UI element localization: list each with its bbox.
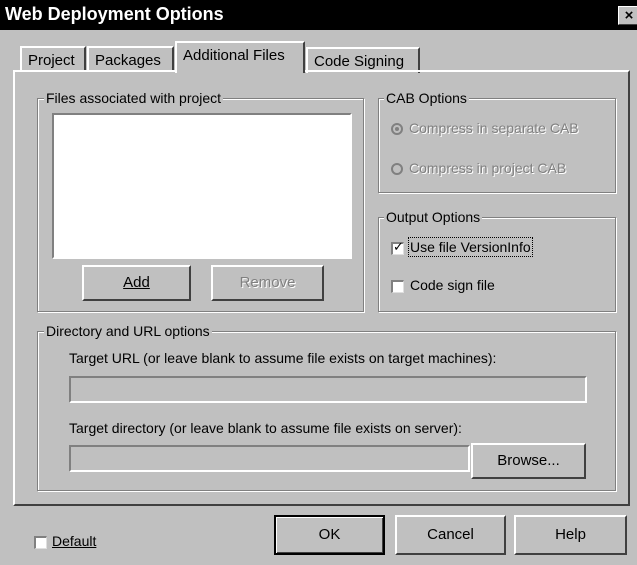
tab-label: Code Signing xyxy=(314,53,405,70)
compress-project-cab-label: Compress in project CAB xyxy=(409,160,567,176)
output-options-legend: Output Options xyxy=(384,209,483,225)
use-versioninfo-checkbox[interactable]: ✓ xyxy=(391,239,404,255)
tab-label: Packages xyxy=(95,52,161,69)
add-button-label: Add xyxy=(123,274,150,291)
help-button-label: Help xyxy=(555,526,586,543)
ok-button-label: OK xyxy=(318,526,341,543)
title-bar: Web Deployment Options × xyxy=(0,0,637,30)
target-url-input[interactable] xyxy=(69,376,587,403)
checkmark-icon: ✓ xyxy=(393,239,404,254)
compress-separate-cab-label: Compress in separate CAB xyxy=(409,120,579,136)
code-sign-file-checkbox[interactable] xyxy=(391,280,404,293)
add-button[interactable]: Add xyxy=(82,265,191,301)
code-sign-file-label: Code sign file xyxy=(410,277,495,293)
tab-label: Additional Files xyxy=(183,47,285,64)
target-url-label: Target URL (or leave blank to assume fil… xyxy=(69,350,497,366)
close-icon: × xyxy=(624,7,634,24)
tab-label: Project xyxy=(28,52,75,69)
directory-url-legend: Directory and URL options xyxy=(44,323,212,339)
close-button[interactable]: × xyxy=(618,6,637,25)
target-directory-input[interactable] xyxy=(69,445,470,472)
browse-button-label: Browse... xyxy=(497,452,560,469)
default-checkbox[interactable] xyxy=(34,536,47,549)
web-deployment-options-dialog: Web Deployment Options × Project Package… xyxy=(0,0,637,565)
use-versioninfo-label: Use file VersionInfo xyxy=(408,237,533,257)
ok-button[interactable]: OK xyxy=(274,515,385,555)
files-group-legend: Files associated with project xyxy=(44,90,224,106)
help-button[interactable]: Help xyxy=(514,515,627,555)
remove-button-label: Remove xyxy=(239,274,296,291)
remove-button[interactable]: Remove xyxy=(211,265,324,301)
tab-additional-files[interactable]: Additional Files xyxy=(175,41,305,73)
tab-project[interactable]: Project xyxy=(20,46,86,72)
window-title: Web Deployment Options xyxy=(5,4,224,24)
target-directory-label: Target directory (or leave blank to assu… xyxy=(69,420,462,436)
default-label: Default xyxy=(52,533,97,549)
files-list[interactable] xyxy=(52,113,352,259)
radio-selected-dot xyxy=(395,127,399,131)
compress-project-cab-radio[interactable] xyxy=(391,163,403,175)
cab-options-legend: CAB Options xyxy=(384,90,469,106)
cab-options-group xyxy=(378,98,616,193)
cancel-button-label: Cancel xyxy=(427,526,474,543)
browse-button[interactable]: Browse... xyxy=(471,443,586,479)
compress-separate-cab-radio[interactable] xyxy=(391,123,403,135)
output-options-group xyxy=(378,217,616,312)
tab-packages[interactable]: Packages xyxy=(87,46,174,72)
cancel-button[interactable]: Cancel xyxy=(395,515,506,555)
